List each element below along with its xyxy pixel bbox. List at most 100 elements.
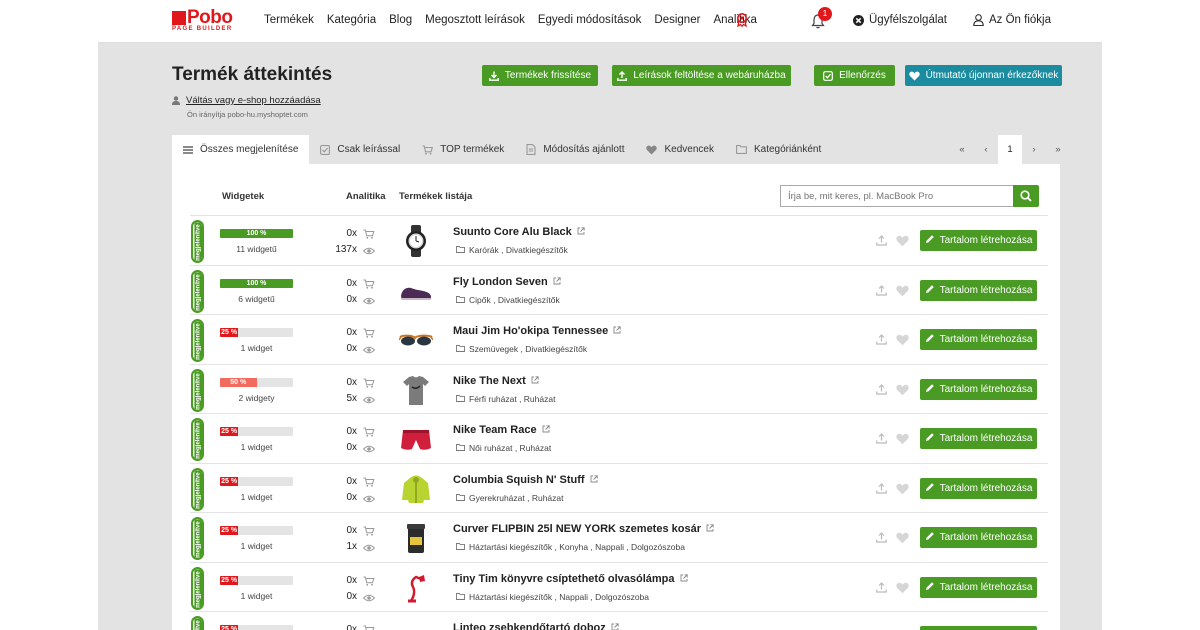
create-content-button[interactable]: Tartalom létrehozása <box>920 230 1037 251</box>
newcomer-guide-button[interactable]: Útmutató újonnan érkezőknek <box>905 65 1062 86</box>
product-thumbnail[interactable] <box>399 373 433 407</box>
check-button[interactable]: Ellenőrzés <box>814 65 895 86</box>
nav-products[interactable]: Termékek <box>264 14 314 26</box>
nav-category[interactable]: Kategória <box>327 14 376 26</box>
user-icon <box>973 14 984 26</box>
nav-blog[interactable]: Blog <box>389 14 412 26</box>
tab-modification-recommended[interactable]: Módosítás ajánlott <box>515 135 635 164</box>
product-name-link[interactable]: Nike The Next <box>453 375 539 387</box>
create-content-button[interactable]: Tartalom létrehozása <box>920 329 1037 350</box>
visibility-badge[interactable]: megjelenítve <box>191 616 204 630</box>
tab-top-products[interactable]: TOP termékek <box>411 135 515 164</box>
create-content-label: Tartalom létrehozása <box>939 383 1033 395</box>
search-button[interactable] <box>1013 185 1039 207</box>
visibility-label: megjelenítve <box>194 222 202 261</box>
favorite-heart-icon[interactable] <box>896 384 909 396</box>
create-content-button[interactable]: Tartalom létrehozása <box>920 576 1037 598</box>
external-link-icon[interactable] <box>577 226 585 238</box>
product-thumbnail[interactable] <box>399 224 433 258</box>
visibility-badge[interactable]: megjelenítve <box>191 467 204 511</box>
product-name-link[interactable]: Curver FLIPBIN 25l NEW YORK szemetes kos… <box>453 523 714 535</box>
pager-prev[interactable]: ‹ <box>974 144 998 155</box>
visibility-badge[interactable]: megjelenítve <box>191 220 204 263</box>
favorite-heart-icon[interactable] <box>896 532 909 544</box>
tab-favorites[interactable]: Kedvencek <box>635 135 724 164</box>
switch-shop-link[interactable]: Váltás vagy e-shop hozzáadása <box>172 95 321 106</box>
upload-icon[interactable] <box>876 235 887 246</box>
product-thumbnail[interactable] <box>399 620 433 630</box>
external-link-icon[interactable] <box>542 424 550 436</box>
product-name-link[interactable]: Tiny Tim könyvre csíptethető olvasólámpa <box>453 573 688 585</box>
upload-icon[interactable] <box>876 334 887 345</box>
favorite-heart-icon[interactable] <box>896 334 909 346</box>
favorite-heart-icon[interactable] <box>896 582 909 594</box>
pobo-logo[interactable]: Pobo PAGE BUILDER <box>172 7 244 34</box>
upload-icon[interactable] <box>876 581 887 593</box>
product-search-input[interactable] <box>780 185 1014 207</box>
eye-icon <box>362 295 376 305</box>
tab-with-description[interactable]: Csak leírással <box>309 135 411 164</box>
external-link-icon[interactable] <box>553 276 561 288</box>
visibility-badge[interactable]: megjelenítve <box>191 418 204 461</box>
external-link-icon[interactable] <box>680 573 688 585</box>
tab-show-all[interactable]: Összes megjelenítése <box>172 135 310 164</box>
visibility-badge[interactable]: megjelenítve <box>191 269 204 313</box>
progress-fill: 100 % <box>220 229 293 238</box>
tab-label: Összes megjelenítése <box>200 144 299 155</box>
tab-by-category[interactable]: Kategóriánként <box>725 135 832 164</box>
visibility-badge[interactable]: megjelenítve <box>191 566 204 610</box>
external-link-icon[interactable] <box>706 523 714 535</box>
nav-designer[interactable]: Designer <box>654 14 700 26</box>
pager-next[interactable]: › <box>1022 144 1046 155</box>
product-thumbnail[interactable] <box>399 472 433 506</box>
upload-icon[interactable] <box>876 383 887 395</box>
product-thumbnail[interactable] <box>399 323 433 357</box>
create-content-button[interactable]: Tartalom létrehozása <box>920 378 1037 400</box>
award-icon[interactable] <box>736 13 748 27</box>
pager-last[interactable]: » <box>1046 144 1070 155</box>
product-thumbnail[interactable] <box>399 571 433 605</box>
upload-icon[interactable] <box>876 532 887 543</box>
nav-custom-modifications[interactable]: Egyedi módosítások <box>538 14 642 26</box>
favorite-heart-icon[interactable] <box>896 433 909 445</box>
visibility-label: megjelenítve <box>194 321 202 360</box>
visibility-badge[interactable]: megjelenítve <box>191 319 204 362</box>
refresh-products-button[interactable]: Termékek frissítése <box>482 65 598 86</box>
support-link[interactable]: Ügyfélszolgálat <box>853 14 947 26</box>
product-name-link[interactable]: Maui Jim Ho'okipa Tennessee <box>453 325 621 337</box>
upload-descriptions-button[interactable]: Leírások feltöltése a webáruházba <box>612 65 791 86</box>
external-link-icon[interactable] <box>611 622 619 630</box>
cart-icon <box>363 327 375 338</box>
nav-shared-descriptions[interactable]: Megosztott leírások <box>425 14 525 26</box>
favorite-heart-icon[interactable] <box>896 285 909 297</box>
visibility-badge[interactable]: megjelenítve <box>191 368 204 412</box>
product-name-link[interactable]: Fly London Seven <box>453 276 561 288</box>
product-name-link[interactable]: Nike Team Race <box>453 424 550 436</box>
pager-first[interactable]: « <box>950 144 974 155</box>
product-thumbnail[interactable] <box>399 521 433 555</box>
progress-fill: 25 % <box>220 476 239 486</box>
product-name-link[interactable]: Suunto Core Alu Black <box>453 226 585 238</box>
external-link-icon[interactable] <box>590 474 598 486</box>
external-link-icon[interactable] <box>531 375 539 387</box>
create-content-button[interactable]: Tartalom létrehozása <box>920 428 1037 449</box>
views-count: 0x <box>346 491 357 503</box>
create-content-button[interactable]: Tartalom létrehozása <box>920 626 1037 630</box>
product-thumbnail[interactable] <box>399 422 433 456</box>
visibility-badge[interactable]: megjelenítve <box>191 517 204 560</box>
product-thumbnail[interactable] <box>399 274 433 308</box>
create-content-button[interactable]: Tartalom létrehozása <box>920 477 1037 499</box>
product-name-link[interactable]: Linteo zsebkendőtartó doboz <box>453 622 619 630</box>
pencil-icon <box>925 581 935 594</box>
upload-icon[interactable] <box>876 482 887 494</box>
favorite-heart-icon[interactable] <box>896 235 909 247</box>
pager-current-page[interactable]: 1 <box>998 135 1022 164</box>
create-content-button[interactable]: Tartalom létrehozása <box>920 279 1037 301</box>
upload-icon[interactable] <box>876 433 887 444</box>
external-link-icon[interactable] <box>613 325 621 337</box>
account-link[interactable]: Az Ön fiókja <box>973 14 1051 26</box>
product-name-link[interactable]: Columbia Squish N' Stuff <box>453 474 598 486</box>
favorite-heart-icon[interactable] <box>896 483 909 495</box>
upload-icon[interactable] <box>876 284 887 296</box>
create-content-button[interactable]: Tartalom létrehozása <box>920 527 1037 548</box>
